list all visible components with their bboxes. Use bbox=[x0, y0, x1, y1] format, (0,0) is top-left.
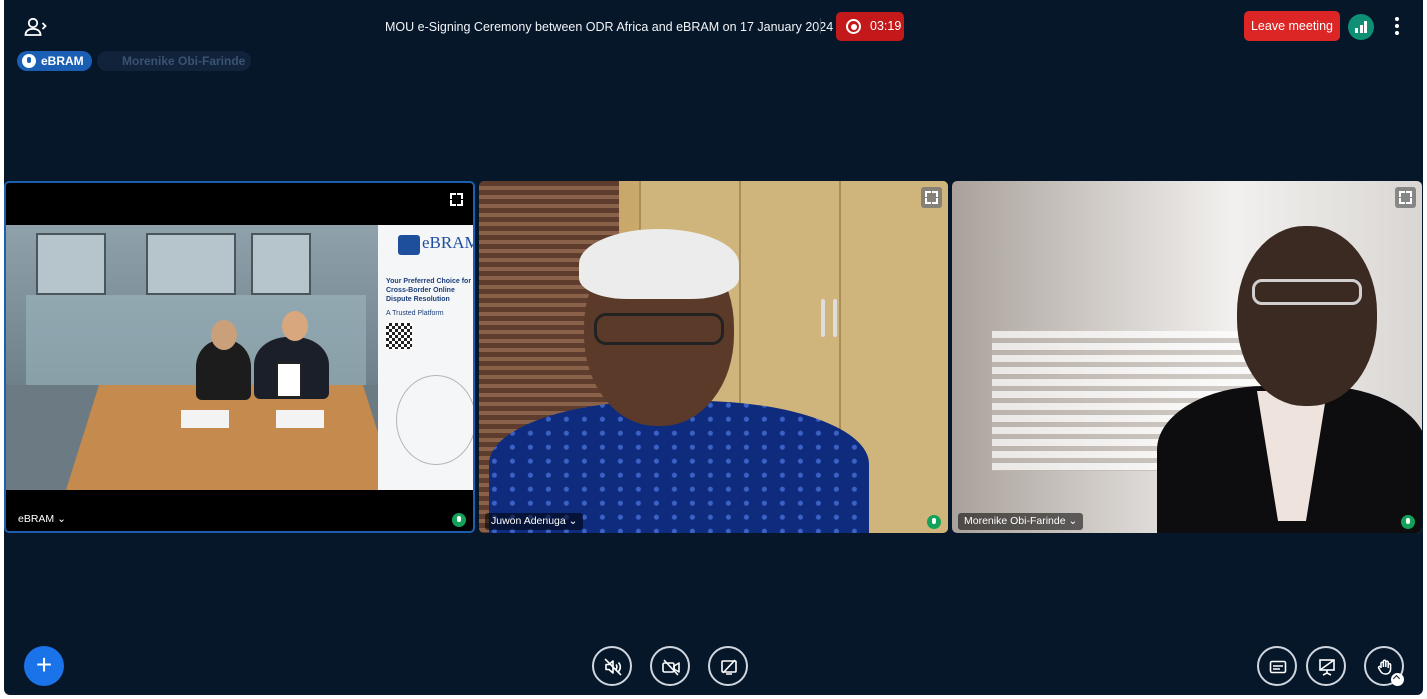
camera-icon bbox=[662, 659, 680, 676]
captions-button[interactable] bbox=[1257, 646, 1297, 686]
ebram-logo bbox=[398, 235, 420, 255]
connection-status-button[interactable] bbox=[1348, 14, 1374, 40]
fullscreen-button[interactable] bbox=[446, 189, 467, 210]
microphone-icon bbox=[1401, 515, 1415, 529]
users-icon bbox=[24, 17, 47, 36]
talking-indicator-ebram[interactable]: eBRAM bbox=[17, 51, 92, 71]
screen-share-button[interactable] bbox=[708, 646, 748, 686]
banner-brand: eBRAM bbox=[422, 233, 475, 252]
qr-code bbox=[386, 323, 412, 349]
recording-time: 03:19 bbox=[870, 19, 902, 33]
microphone-icon bbox=[22, 54, 36, 68]
meeting-title: MOU e-Signing Ceremony between ODR Afric… bbox=[385, 20, 834, 34]
banner-tagline: Your Preferred Choice for Cross-Border O… bbox=[386, 278, 472, 303]
microphone-icon bbox=[452, 513, 466, 527]
captions-icon bbox=[1269, 660, 1287, 674]
screen-share-icon bbox=[721, 659, 737, 675]
fullscreen-button[interactable] bbox=[1395, 187, 1416, 208]
presentation-icon bbox=[1319, 659, 1335, 676]
speaker-icon bbox=[604, 658, 622, 676]
ebram-banner: eBRAM Your Preferred Choice for Cross-Bo… bbox=[378, 225, 475, 490]
chevron-up-icon bbox=[1391, 673, 1404, 686]
fullscreen-button[interactable] bbox=[921, 187, 942, 208]
title-divider bbox=[820, 18, 821, 34]
talker-name: Morenike Obi-Farinde bbox=[122, 54, 246, 68]
video-tile-juwon-adenuga[interactable]: Juwon Adenuga ⌄ bbox=[479, 181, 948, 533]
user-list-toggle-button[interactable] bbox=[24, 16, 48, 38]
actions-menu-button[interactable]: + bbox=[24, 646, 64, 686]
microphone-icon bbox=[927, 515, 941, 529]
talker-name: eBRAM bbox=[41, 54, 84, 68]
video-tile-morenike-obi-farinde[interactable]: Morenike Obi-Farinde ⌄ bbox=[952, 181, 1422, 533]
video-tile-ebram[interactable]: eBRAM Your Preferred Choice for Cross-Bo… bbox=[4, 181, 475, 533]
leave-meeting-button[interactable]: Leave meeting bbox=[1244, 11, 1340, 41]
banner-subtag: A Trusted Platform bbox=[386, 310, 444, 317]
camera-toggle-button[interactable] bbox=[650, 646, 690, 686]
participant-name-morenike-obi-farinde[interactable]: Morenike Obi-Farinde ⌄ bbox=[958, 513, 1084, 530]
raise-hand-button[interactable] bbox=[1364, 646, 1404, 686]
recording-indicator[interactable]: 03:19 bbox=[836, 12, 904, 41]
more-options-button[interactable] bbox=[1390, 15, 1404, 37]
record-icon bbox=[846, 19, 861, 34]
meeting-window: MOU e-Signing Ceremony between ODR Afric… bbox=[4, 0, 1423, 695]
participant-name-juwon-adenuga[interactable]: Juwon Adenuga ⌄ bbox=[485, 513, 584, 530]
participant-name-ebram[interactable]: eBRAM ⌄ bbox=[12, 511, 72, 528]
talking-indicator-morenike[interactable]: Morenike Obi-Farinde bbox=[97, 51, 251, 71]
plus-icon: + bbox=[35, 649, 53, 680]
audio-toggle-button[interactable] bbox=[592, 646, 632, 686]
video-feed: eBRAM Your Preferred Choice for Cross-Bo… bbox=[6, 225, 475, 490]
presentation-button[interactable] bbox=[1306, 646, 1346, 686]
